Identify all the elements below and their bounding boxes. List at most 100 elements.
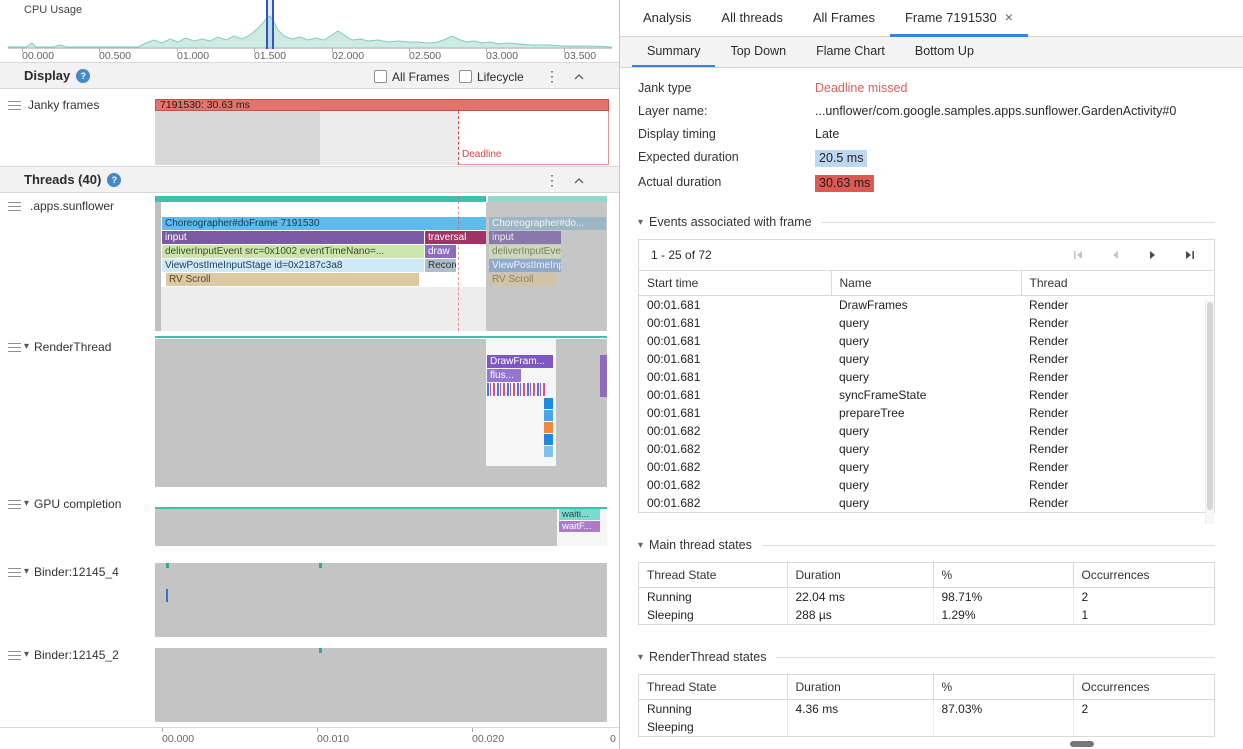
- column-header[interactable]: Duration: [787, 675, 933, 700]
- tab-analysis[interactable]: Analysis: [628, 0, 706, 37]
- selection-start-handle[interactable]: [266, 0, 268, 49]
- collapse-triangle-icon[interactable]: ▾: [638, 652, 643, 663]
- table-row[interactable]: 00:01.682queryRender: [639, 494, 1214, 512]
- trace-event-deliverinput[interactable]: deliverInputEvent src=0x1002 eventTimeNa…: [162, 245, 424, 258]
- table-row[interactable]: Sleeping288 µs1.29%1: [639, 606, 1214, 624]
- column-header[interactable]: Start time: [639, 271, 831, 296]
- thread-label-binder2[interactable]: Binder:12145_2: [34, 648, 119, 662]
- thread-label-gpu[interactable]: GPU completion: [34, 497, 121, 511]
- collapse-chevron-icon[interactable]: [573, 177, 585, 185]
- table-row[interactable]: 00:01.681queryRender: [639, 368, 1214, 386]
- trace-event-tick[interactable]: [166, 563, 169, 568]
- lifecycle-checkbox[interactable]: [459, 70, 472, 83]
- subtab-bottom-up[interactable]: Bottom Up: [900, 37, 989, 67]
- help-icon[interactable]: ?: [107, 173, 121, 187]
- collapse-triangle-icon[interactable]: ▾: [638, 540, 643, 551]
- kebab-menu-icon[interactable]: ⋮: [545, 69, 559, 83]
- thread-label-renderthread[interactable]: RenderThread: [34, 340, 111, 354]
- trace-event-choreographer-dim[interactable]: Choreographer#do...: [489, 217, 606, 230]
- table-row[interactable]: 00:01.682queryRender: [639, 422, 1214, 440]
- all-frames-label[interactable]: All Frames: [392, 70, 449, 84]
- subtab-top-down[interactable]: Top Down: [715, 37, 801, 67]
- next-page-icon[interactable]: [1146, 249, 1159, 261]
- trace-event-waitfence[interactable]: waitF...: [559, 521, 600, 532]
- trace-event-edge-sliver[interactable]: [600, 355, 607, 397]
- table-row[interactable]: 00:01.681queryRender: [639, 350, 1214, 368]
- trace-event-tick[interactable]: [319, 563, 322, 568]
- trace-event-small[interactable]: [544, 446, 553, 457]
- trace-event-traversal[interactable]: traversal: [425, 231, 486, 244]
- table-row[interactable]: 00:01.681queryRender: [639, 332, 1214, 350]
- previous-page-icon[interactable]: [1109, 249, 1122, 261]
- column-header[interactable]: %: [933, 675, 1073, 700]
- column-header[interactable]: %: [933, 563, 1073, 588]
- trace-event-viewpostime[interactable]: ViewPostImeInputStage id=0x2187c3a8: [162, 259, 424, 272]
- column-header[interactable]: Occurrences: [1073, 563, 1214, 588]
- trace-event-deliverinput-dim[interactable]: deliverInputEven...: [489, 245, 561, 258]
- drag-handle-icon[interactable]: [8, 343, 21, 352]
- table-row[interactable]: 00:01.681queryRender: [639, 314, 1214, 332]
- last-page-icon[interactable]: [1183, 249, 1196, 261]
- column-header[interactable]: Thread: [1021, 271, 1214, 296]
- trace-event-choreographer[interactable]: Choreographer#doFrame 7191530: [162, 217, 486, 230]
- drag-handle-icon[interactable]: [8, 101, 21, 110]
- close-icon[interactable]: ×: [1005, 9, 1013, 25]
- table-row[interactable]: Sleeping: [639, 718, 1214, 736]
- main-thread-states-section-header[interactable]: ▾ Main thread states: [638, 537, 1215, 553]
- trace-event-record[interactable]: Record ...: [425, 259, 456, 272]
- trace-event-rvscroll-dim[interactable]: RV Scroll: [489, 273, 555, 286]
- table-row[interactable]: 00:01.681DrawFramesRender: [639, 296, 1214, 315]
- drag-handle-icon[interactable]: [8, 651, 21, 660]
- trace-event-small[interactable]: [544, 434, 553, 445]
- trace-event-cluster[interactable]: [487, 383, 545, 396]
- help-icon[interactable]: ?: [76, 69, 90, 83]
- trace-event-flush[interactable]: flus...: [487, 369, 521, 382]
- events-section-header[interactable]: ▾ Events associated with frame: [638, 214, 1215, 230]
- horizontal-scrollbar-thumb[interactable]: [1070, 741, 1094, 747]
- expand-triangle-icon[interactable]: ▾: [24, 341, 29, 352]
- trace-event-small[interactable]: [544, 398, 553, 409]
- subtab-summary[interactable]: Summary: [632, 37, 715, 67]
- column-header[interactable]: Occurrences: [1073, 675, 1214, 700]
- table-row[interactable]: 00:01.682queryRender: [639, 440, 1214, 458]
- tab-all-threads[interactable]: All threads: [706, 0, 797, 37]
- drag-handle-icon[interactable]: [8, 568, 21, 577]
- trace-event-drawframes[interactable]: DrawFram...: [487, 355, 553, 368]
- table-row[interactable]: 00:01.682queryRender: [639, 458, 1214, 476]
- table-row[interactable]: Running22.04 ms98.71%2: [639, 588, 1214, 607]
- expand-triangle-icon[interactable]: ▾: [24, 566, 29, 577]
- all-frames-checkbox[interactable]: [374, 70, 387, 83]
- column-header[interactable]: Thread State: [639, 563, 787, 588]
- events-scrollbar[interactable]: [1205, 300, 1214, 524]
- column-header[interactable]: Duration: [787, 563, 933, 588]
- trace-event-small[interactable]: [544, 410, 553, 421]
- subtab-flame-chart[interactable]: Flame Chart: [801, 37, 900, 67]
- drag-handle-icon[interactable]: [8, 202, 21, 211]
- drag-handle-icon[interactable]: [8, 500, 21, 509]
- expand-triangle-icon[interactable]: ▾: [24, 649, 29, 660]
- collapse-triangle-icon[interactable]: ▾: [638, 217, 643, 228]
- selection-end-handle[interactable]: [272, 0, 274, 49]
- trace-event-rvscroll[interactable]: RV Scroll: [166, 273, 419, 286]
- trace-event-input-dim[interactable]: input: [489, 231, 561, 244]
- table-row[interactable]: Running4.36 ms87.03%2: [639, 700, 1214, 719]
- trace-event-small[interactable]: [544, 422, 553, 433]
- thread-label-binder4[interactable]: Binder:12145_4: [34, 565, 119, 579]
- thread-label-sunflower[interactable]: .apps.sunflower: [30, 199, 114, 213]
- expand-triangle-icon[interactable]: ▾: [24, 498, 29, 509]
- table-row[interactable]: 00:01.681syncFrameStateRender: [639, 386, 1214, 404]
- collapse-chevron-icon[interactable]: [573, 73, 585, 81]
- trace-event-tick[interactable]: [166, 589, 168, 602]
- kebab-menu-icon[interactable]: ⋮: [545, 173, 559, 187]
- tab-all-frames[interactable]: All Frames: [798, 0, 890, 37]
- column-header[interactable]: Name: [831, 271, 1021, 296]
- trace-event-tick[interactable]: [319, 648, 322, 653]
- trace-event-viewpostime-dim[interactable]: ViewPostImeInp...: [489, 259, 561, 272]
- column-header[interactable]: Thread State: [639, 675, 787, 700]
- tab-frame-7191530[interactable]: Frame 7191530 ×: [890, 0, 1028, 37]
- cpu-usage-strip[interactable]: CPU Usage 00.000 00.500 01.000 01.500 02…: [0, 0, 620, 62]
- trace-event-waiting[interactable]: waiti...: [559, 509, 600, 520]
- trace-event-input[interactable]: input: [162, 231, 424, 244]
- janky-frame-bar[interactable]: 7191530: 30.63 ms: [155, 99, 609, 111]
- renderthread-states-section-header[interactable]: ▾ RenderThread states: [638, 649, 1215, 665]
